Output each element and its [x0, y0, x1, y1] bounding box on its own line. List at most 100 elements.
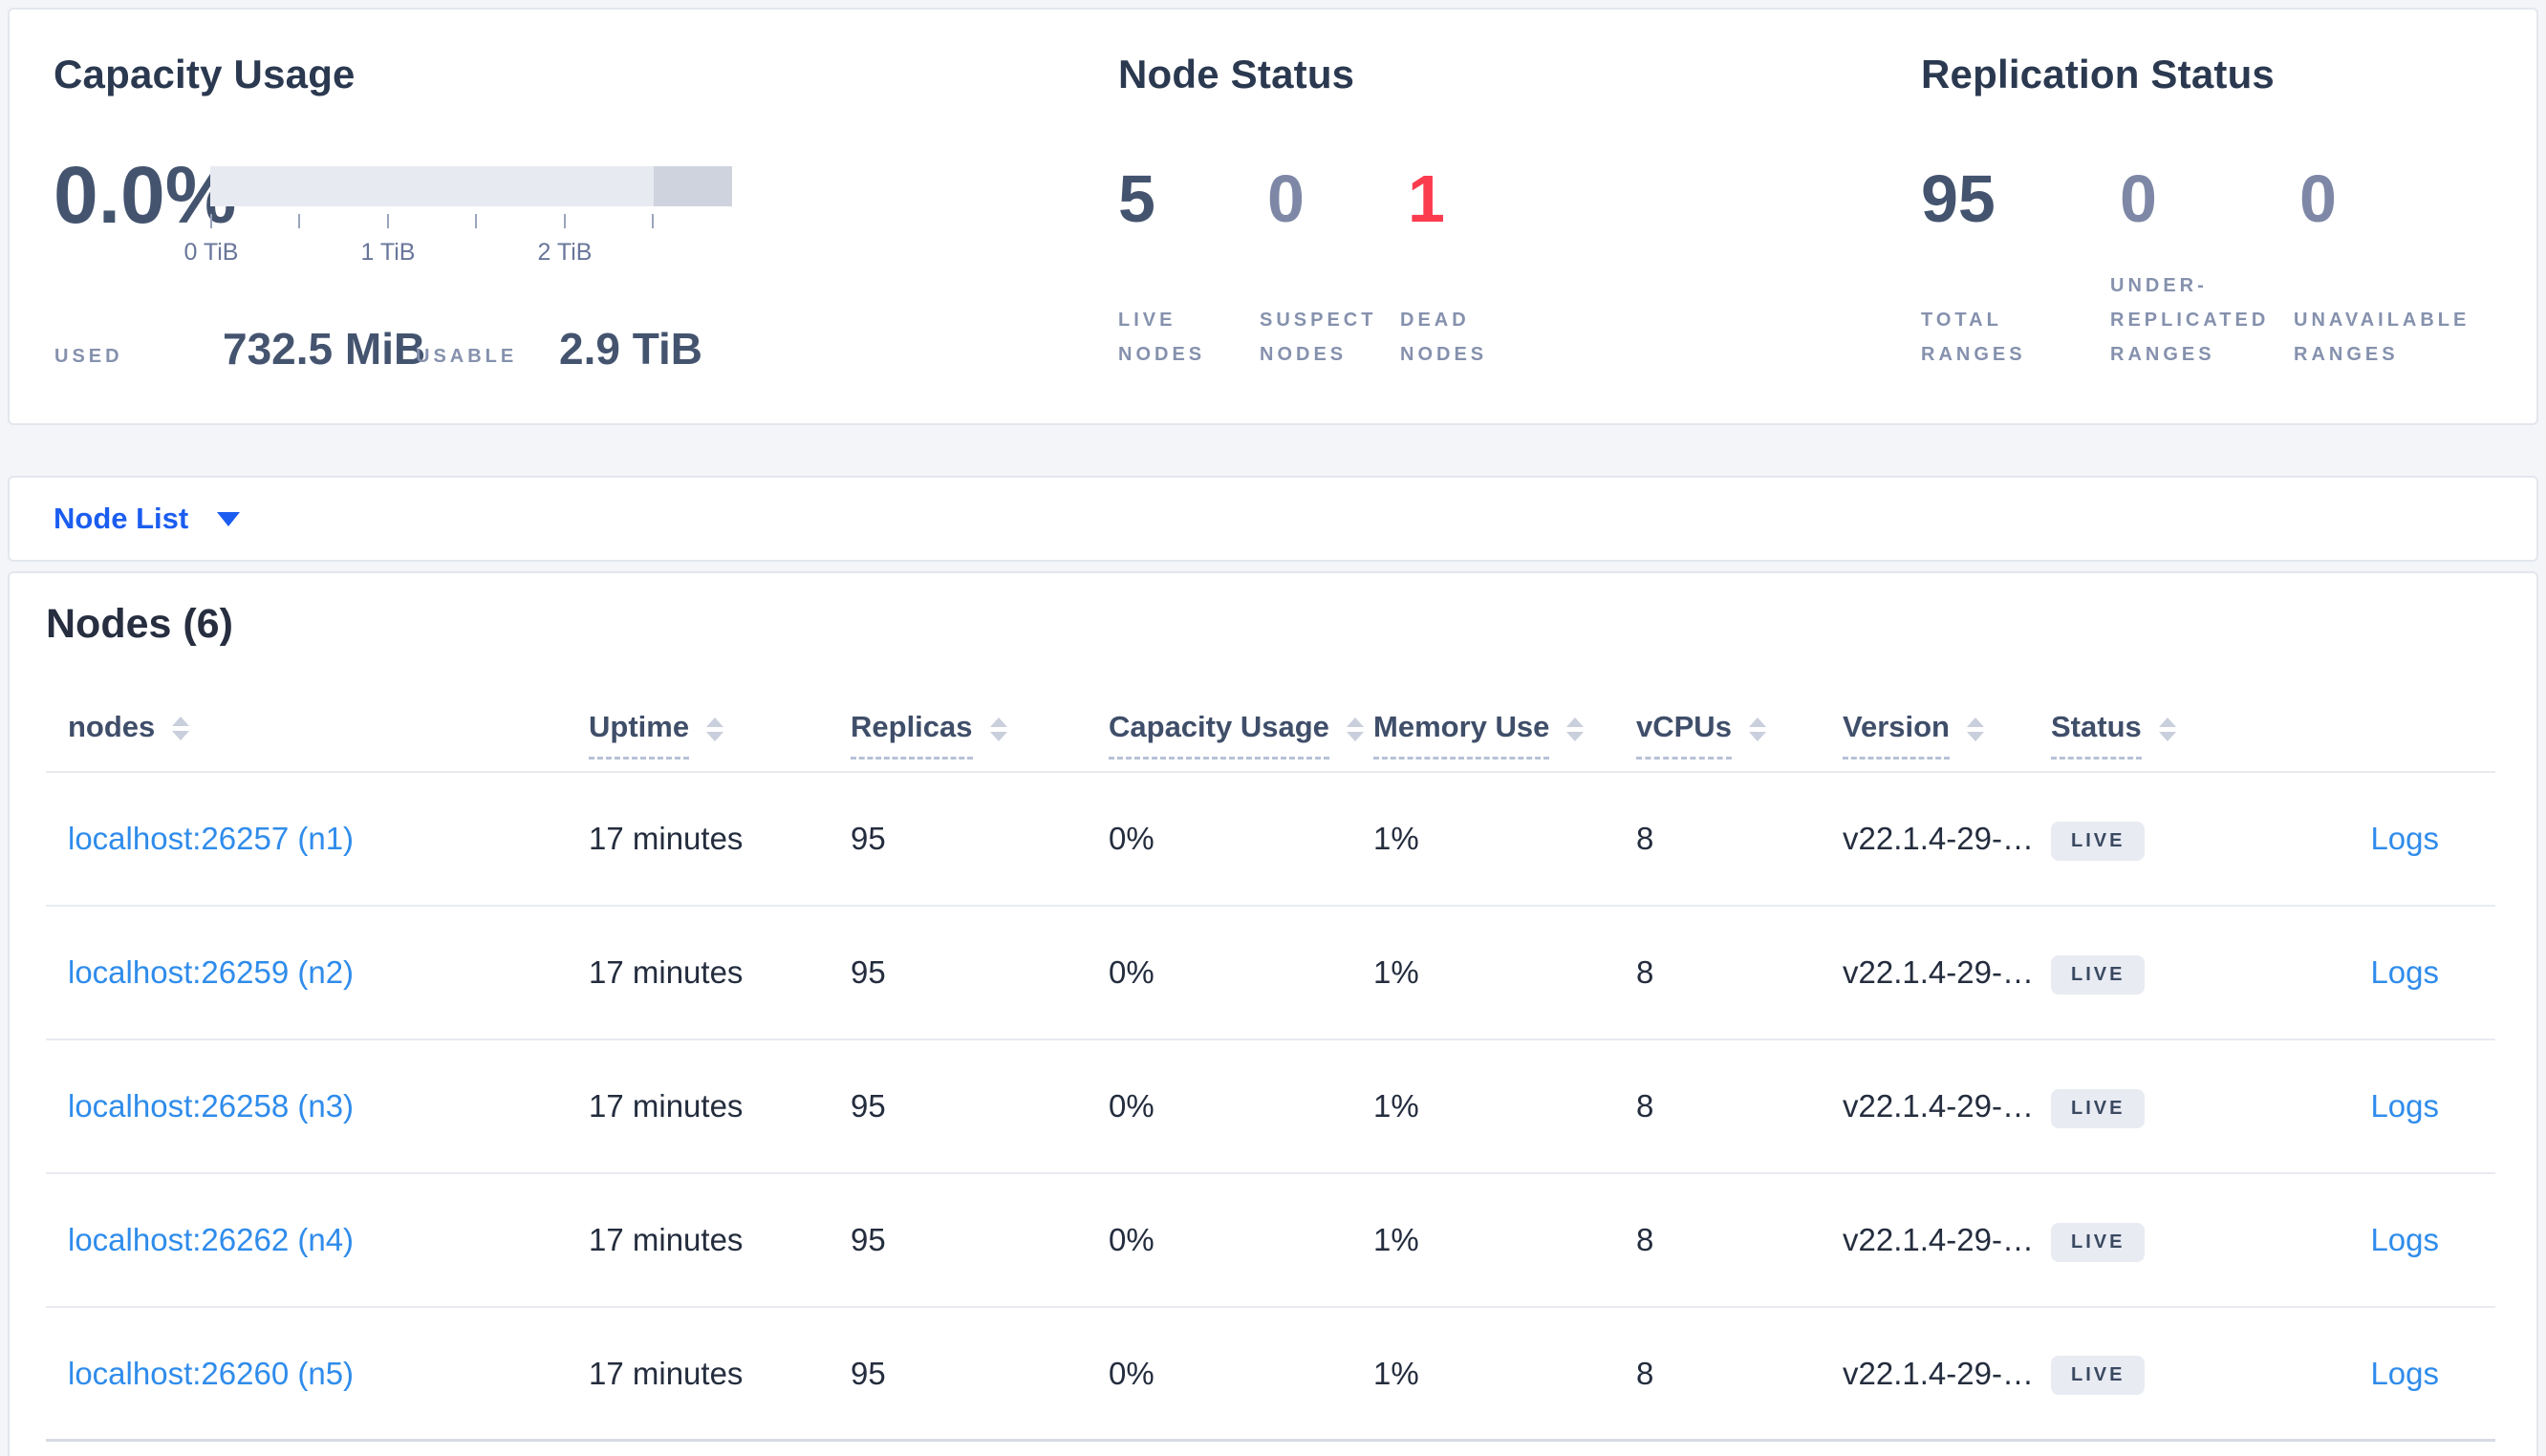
sort-icon — [172, 716, 190, 740]
under-replicated-ranges-count: 0 — [2120, 161, 2157, 236]
vcpus-cell: 8 — [1636, 821, 1654, 856]
uptime-cell: 17 minutes — [589, 1355, 744, 1391]
table-row: localhost:26259 (n2) 17 minutes 95 0% 1%… — [46, 907, 2495, 1040]
vcpus-cell: 8 — [1636, 1222, 1654, 1257]
capacity-bar-chart — [210, 166, 732, 206]
status-badge: LIVE — [2051, 1222, 2146, 1262]
memory-use-cell: 1% — [1373, 954, 1419, 990]
node-list-dropdown-label: Node List — [54, 502, 189, 535]
status-badge: LIVE — [2051, 954, 2146, 995]
node-link[interactable]: localhost:26262 (n4) — [68, 1222, 354, 1257]
usable-value: 2.9 TiB — [559, 324, 702, 374]
node-link[interactable]: localhost:26257 (n1) — [68, 821, 354, 856]
axis-tick — [475, 214, 477, 228]
replicas-cell: 95 — [851, 954, 886, 990]
capacity-percent: 0.0% — [54, 150, 237, 240]
node-link[interactable]: localhost:26259 (n2) — [68, 954, 354, 990]
capacity-usage-title: Capacity Usage — [54, 52, 356, 96]
vcpus-cell: 8 — [1636, 1088, 1654, 1124]
column-header-uptime[interactable]: Uptime — [589, 709, 851, 771]
replicas-cell: 95 — [851, 1088, 886, 1124]
total-ranges-label: TOTAL RANGES — [1921, 310, 2026, 365]
status-badge: LIVE — [2051, 1356, 2146, 1395]
logs-link[interactable]: Logs — [2370, 954, 2439, 990]
replication-status-title: Replication Status — [1921, 52, 2275, 96]
logs-link[interactable]: Logs — [2370, 1222, 2439, 1257]
memory-use-cell: 1% — [1373, 1088, 1419, 1124]
sort-icon — [989, 717, 1007, 741]
table-row: localhost:26260 (n5) 17 minutes 95 0% 1%… — [46, 1308, 2495, 1442]
unavailable-ranges-label: UNAVAILABLE RANGES — [2294, 310, 2470, 365]
replicas-cell: 95 — [851, 1222, 886, 1257]
column-header-capacity-usage[interactable]: Capacity Usage — [1109, 709, 1373, 771]
dead-nodes-label: DEAD NODES — [1400, 310, 1488, 365]
suspect-nodes-label: SUSPECT NODES — [1260, 310, 1377, 365]
axis-tick — [298, 214, 300, 228]
version-cell: v22.1.4-29-g… — [1843, 821, 2051, 856]
live-nodes-label: LIVE NODES — [1118, 310, 1206, 365]
used-value: 732.5 MiB — [223, 324, 426, 374]
status-badge: LIVE — [2051, 1088, 2146, 1128]
caret-down-icon — [217, 511, 241, 526]
node-list-dropdown[interactable]: Node List — [54, 478, 241, 560]
uptime-cell: 17 minutes — [589, 821, 744, 856]
node-link[interactable]: localhost:26260 (n5) — [68, 1356, 354, 1391]
memory-use-cell: 1% — [1373, 821, 1419, 856]
used-label: USED — [54, 346, 123, 367]
usable-label: USABLE — [416, 346, 518, 367]
sort-icon — [2158, 717, 2176, 741]
axis-tick — [652, 214, 654, 228]
version-cell: v22.1.4-29-g… — [1843, 1088, 2051, 1124]
live-nodes-count: 5 — [1118, 161, 1155, 236]
suspect-nodes-count: 0 — [1267, 161, 1305, 236]
version-cell: v22.1.4-29-g… — [1843, 1222, 2051, 1257]
status-badge: LIVE — [2051, 821, 2146, 861]
total-ranges-count: 95 — [1921, 161, 1996, 236]
axis-tick — [564, 214, 566, 228]
nodes-section-title: Nodes (6) — [46, 601, 233, 647]
axis-tick — [387, 214, 389, 228]
column-header-nodes[interactable]: nodes — [68, 709, 589, 771]
column-header-memory-use[interactable]: Memory Use — [1373, 709, 1636, 771]
capacity-usage-cell: 0% — [1109, 1355, 1154, 1391]
dead-nodes-count: 1 — [1408, 161, 1445, 236]
sort-icon — [1967, 717, 1984, 741]
node-status-title: Node Status — [1118, 52, 1355, 96]
view-selector-bar: Node List — [8, 476, 2538, 562]
table-header-row: nodes Uptime Replicas Capacity Usage Mem… — [46, 709, 2495, 773]
sort-icon — [1346, 717, 1364, 741]
replicas-cell: 95 — [851, 821, 886, 856]
axis-tick-label: 2 TiB — [537, 239, 593, 266]
column-header-vcpus[interactable]: vCPUs — [1636, 709, 1843, 771]
axis-tick-label: 0 TiB — [183, 239, 239, 266]
node-link[interactable]: localhost:26258 (n3) — [68, 1088, 354, 1124]
unavailable-ranges-count: 0 — [2299, 161, 2337, 236]
sort-icon — [1748, 717, 1766, 741]
nodes-table-panel: Nodes (6) nodes Uptime Replicas Capacity… — [8, 571, 2538, 1456]
column-header-replicas[interactable]: Replicas — [851, 709, 1109, 771]
capacity-usage-cell: 0% — [1109, 954, 1154, 990]
logs-link[interactable]: Logs — [2370, 821, 2439, 856]
replicas-cell: 95 — [851, 1355, 886, 1391]
uptime-cell: 17 minutes — [589, 954, 744, 990]
version-cell: v22.1.4-29-g… — [1843, 1355, 2051, 1391]
capacity-usage-cell: 0% — [1109, 821, 1154, 856]
capacity-bar-other-segment — [654, 166, 732, 206]
column-header-status[interactable]: Status — [2051, 709, 2271, 771]
vcpus-cell: 8 — [1636, 954, 1654, 990]
capacity-usage-cell: 0% — [1109, 1222, 1154, 1257]
logs-link[interactable]: Logs — [2370, 1088, 2439, 1124]
column-header-version[interactable]: Version — [1843, 709, 2051, 771]
vcpus-cell: 8 — [1636, 1355, 1654, 1391]
column-header-logs — [2271, 709, 2439, 771]
axis-tick — [210, 214, 212, 228]
table-row: localhost:26258 (n3) 17 minutes 95 0% 1%… — [46, 1040, 2495, 1174]
sort-icon — [706, 717, 724, 741]
table-row: localhost:26262 (n4) 17 minutes 95 0% 1%… — [46, 1174, 2495, 1308]
logs-link[interactable]: Logs — [2370, 1356, 2439, 1391]
memory-use-cell: 1% — [1373, 1222, 1419, 1257]
version-cell: v22.1.4-29-g… — [1843, 954, 2051, 990]
cluster-summary-panel: Capacity Usage 0.0% 0 TiB 1 TiB 2 TiB US… — [8, 8, 2538, 425]
memory-use-cell: 1% — [1373, 1355, 1419, 1391]
under-replicated-ranges-label: UNDER-REPLICATED RANGES — [2110, 275, 2270, 365]
